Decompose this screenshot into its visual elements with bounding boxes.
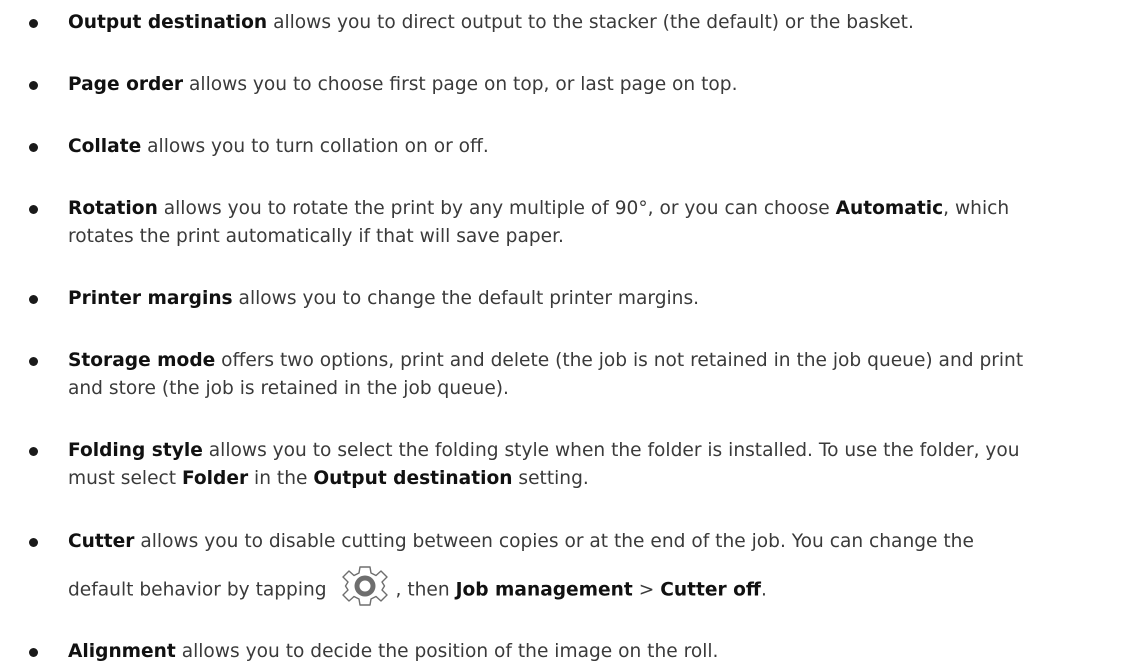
term-output-destination-ref: Output destination — [313, 468, 513, 489]
term-rotation: Rotation — [68, 198, 158, 219]
term-job-management: Job management — [455, 579, 633, 601]
settings-gear-icon — [341, 566, 388, 606]
term-alignment: Alignment — [68, 641, 176, 662]
bullet — [29, 19, 38, 28]
item-text: Folding style allows you to select the f… — [68, 440, 1020, 489]
term-folder: Folder — [181, 468, 249, 489]
bullet-list: Output destination allows you to direct … — [0, 0, 1129, 668]
item-text: Alignment allows you to decide the posit… — [68, 641, 719, 662]
term-output-destination: Output destination — [68, 12, 268, 33]
item-text: Cutter allows you to disable cutting bet… — [68, 528, 1118, 610]
term-storage-mode: Storage mode — [68, 350, 216, 371]
item-text: Storage mode offers two options, print a… — [68, 350, 1024, 399]
item-text: Collate allows you to turn collation on … — [68, 136, 489, 157]
bullet — [29, 648, 38, 657]
item-text: Rotation allows you to rotate the print … — [68, 198, 1010, 247]
bullet — [29, 357, 38, 366]
term-automatic: Automatic — [835, 198, 944, 219]
bullet — [29, 295, 38, 304]
item-text: Output destination allows you to direct … — [68, 12, 914, 33]
bullet — [29, 538, 38, 547]
term-folding-style: Folding style — [68, 440, 203, 461]
term-cutter: Cutter — [68, 531, 135, 552]
term-page-order: Page order — [68, 74, 184, 95]
term-collate: Collate — [68, 136, 142, 157]
bullet — [29, 447, 38, 456]
term-printer-margins: Printer margins — [68, 288, 233, 309]
item-text: Printer margins allows you to change the… — [68, 288, 700, 309]
term-cutter-off: Cutter off — [660, 579, 761, 601]
bullet — [29, 205, 38, 214]
item-text: Page order allows you to choose first pa… — [68, 74, 738, 95]
bullet — [29, 143, 38, 152]
bullet — [29, 81, 38, 90]
